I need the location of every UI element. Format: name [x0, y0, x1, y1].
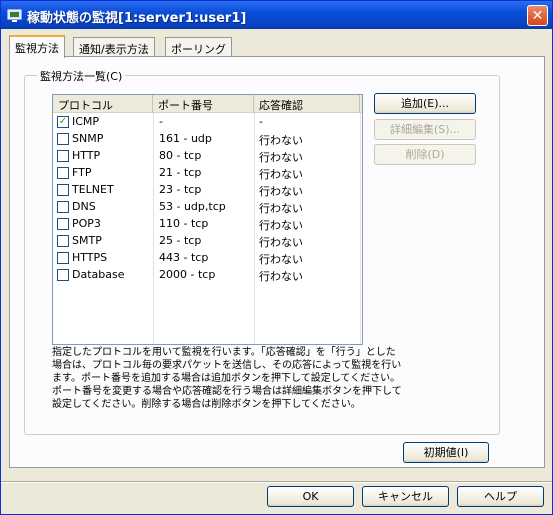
response-cell: 行わない: [259, 134, 303, 147]
port-cell: 21 - tcp: [159, 166, 202, 179]
row-checkbox[interactable]: [57, 252, 69, 264]
protocol-cell: HTTPS: [72, 251, 108, 264]
tab-monitoring-method[interactable]: 監視方法: [9, 35, 65, 58]
list-row[interactable]: ✓ ICMP - -: [53, 114, 362, 131]
tab-notification-display[interactable]: 通知/表示方法: [73, 37, 155, 57]
row-checkbox[interactable]: [57, 218, 69, 230]
column-header-port[interactable]: ポート番号: [153, 95, 254, 113]
list-row[interactable]: POP3 110 - tcp 行わない: [53, 216, 362, 233]
row-checkbox[interactable]: [57, 133, 69, 145]
port-cell: 443 - tcp: [159, 251, 209, 264]
list-row[interactable]: Database 2000 - tcp 行わない: [53, 267, 362, 284]
column-header-response[interactable]: 応答確認: [254, 95, 360, 113]
row-checkbox[interactable]: [57, 167, 69, 179]
port-cell: 53 - udp,tcp: [159, 200, 226, 213]
protocol-list[interactable]: プロトコル ポート番号 応答確認 ✓ ICMP - - SNMP 161 - u…: [52, 94, 363, 345]
list-row[interactable]: HTTP 80 - tcp 行わない: [53, 148, 362, 165]
response-cell: 行わない: [259, 185, 303, 198]
port-cell: 23 - tcp: [159, 183, 202, 196]
ok-button[interactable]: OK: [267, 486, 354, 507]
row-checkbox[interactable]: [57, 235, 69, 247]
port-cell: 2000 - tcp: [159, 268, 216, 281]
add-button[interactable]: 追加(E)...: [374, 93, 476, 114]
port-cell: 25 - tcp: [159, 234, 202, 247]
protocol-cell: Database: [72, 268, 125, 281]
title-bar[interactable]: 稼動状態の監視[1:server1:user1] ✕: [1, 1, 552, 29]
row-checkbox[interactable]: [57, 201, 69, 213]
response-cell: -: [259, 115, 263, 128]
row-checkbox[interactable]: [57, 150, 69, 162]
response-cell: 行わない: [259, 219, 303, 232]
protocol-cell: DNS: [72, 200, 96, 213]
response-cell: 行わない: [259, 202, 303, 215]
response-cell: 行わない: [259, 270, 303, 283]
response-cell: 行わない: [259, 236, 303, 249]
cancel-button[interactable]: キャンセル: [362, 486, 449, 507]
footer-divider: [1, 481, 552, 483]
response-cell: 行わない: [259, 168, 303, 181]
list-row[interactable]: TELNET 23 - tcp 行わない: [53, 182, 362, 199]
protocol-cell: SNMP: [72, 132, 104, 145]
help-button[interactable]: ヘルプ: [457, 486, 544, 507]
monitor-app-icon: [7, 9, 22, 22]
row-checkbox[interactable]: [57, 184, 69, 196]
list-row[interactable]: SNMP 161 - udp 行わない: [53, 131, 362, 148]
list-header: プロトコル ポート番号 応答確認: [53, 95, 362, 113]
close-button[interactable]: ✕: [527, 5, 548, 26]
list-row[interactable]: SMTP 25 - tcp 行わない: [53, 233, 362, 250]
row-checkbox[interactable]: ✓: [57, 116, 69, 128]
group-label: 監視方法一覧(C): [37, 68, 126, 84]
row-checkbox[interactable]: [57, 269, 69, 281]
column-header-protocol[interactable]: プロトコル: [53, 95, 153, 113]
port-cell: 110 - tcp: [159, 217, 209, 230]
port-cell: -: [159, 115, 163, 128]
dialog-window: 稼動状態の監視[1:server1:user1] ✕ 監視方法 通知/表示方法 …: [0, 0, 553, 515]
list-row[interactable]: HTTPS 443 - tcp 行わない: [53, 250, 362, 267]
protocol-cell: ICMP: [72, 115, 100, 128]
port-cell: 80 - tcp: [159, 149, 202, 162]
list-row[interactable]: DNS 53 - udp,tcp 行わない: [53, 199, 362, 216]
response-cell: 行わない: [259, 253, 303, 266]
protocol-cell: SMTP: [72, 234, 102, 247]
response-cell: 行わない: [259, 151, 303, 164]
description-text: 指定したプロトコルを用いて監視を行います。「応答確認」を「行う」とした場合は、プ…: [52, 347, 402, 410]
edit-details-button[interactable]: 詳細編集(S)...: [374, 119, 476, 140]
protocol-cell: POP3: [72, 217, 101, 230]
port-cell: 161 - udp: [159, 132, 212, 145]
list-row[interactable]: FTP 21 - tcp 行わない: [53, 165, 362, 182]
protocol-cell: HTTP: [72, 149, 101, 162]
protocol-cell: FTP: [72, 166, 92, 179]
close-icon: ✕: [531, 7, 544, 24]
window-title: 稼動状態の監視[1:server1:user1]: [27, 11, 247, 26]
reset-default-button[interactable]: 初期値(I): [403, 442, 489, 463]
tab-polling[interactable]: ポーリング: [165, 37, 232, 57]
protocol-cell: TELNET: [72, 183, 114, 196]
delete-button[interactable]: 削除(D): [374, 144, 476, 165]
